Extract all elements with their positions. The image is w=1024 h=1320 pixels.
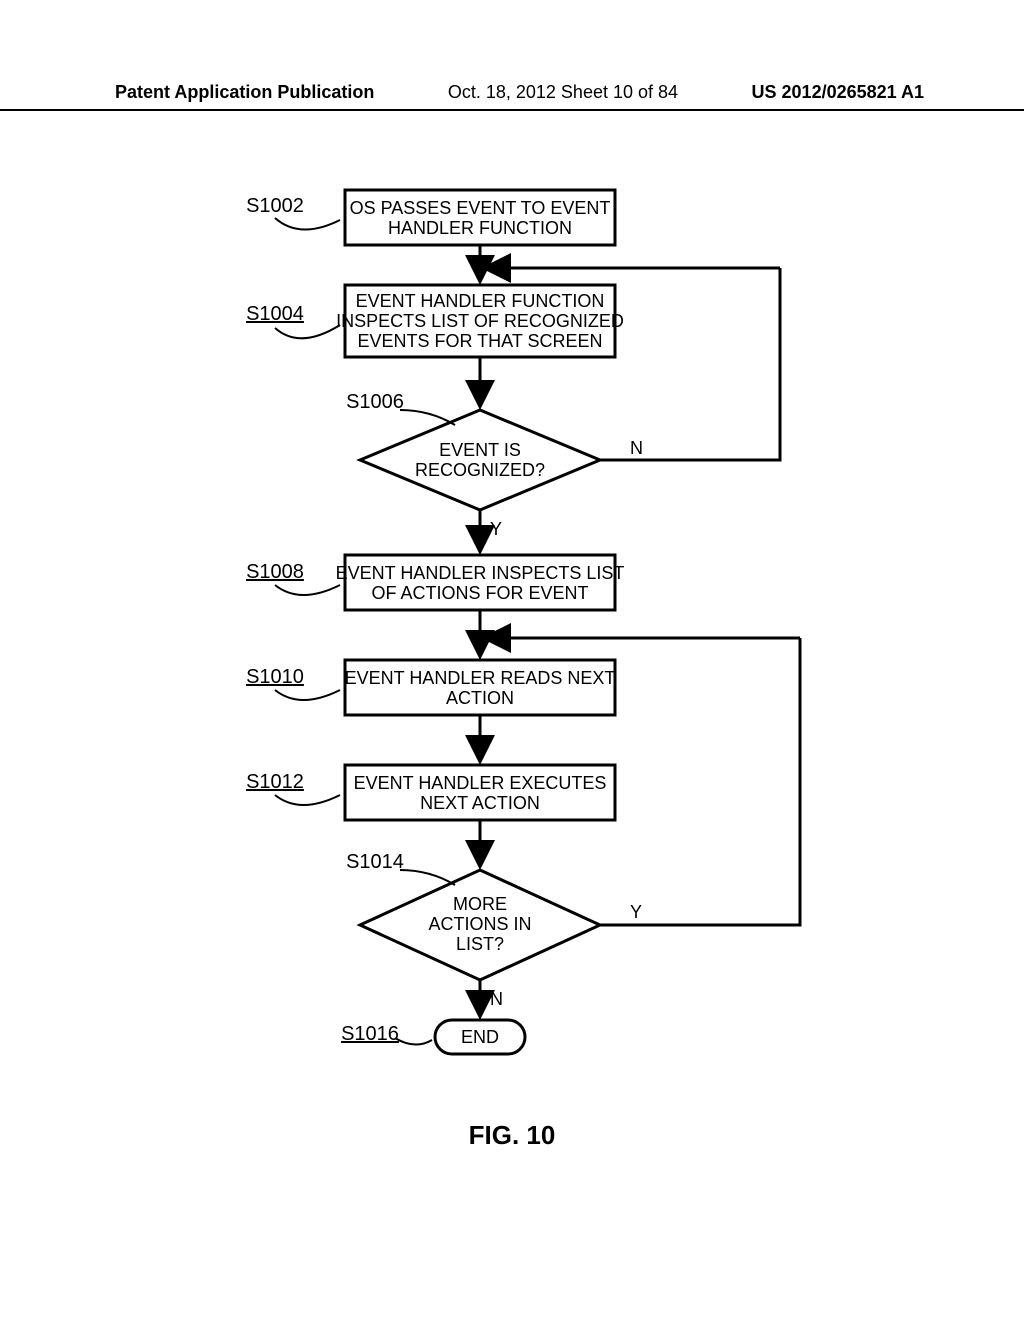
step-s1010: EVENT HANDLER READS NEXT ACTION bbox=[345, 660, 616, 715]
step-s1004: EVENT HANDLER FUNCTION INSPECTS LIST OF … bbox=[336, 285, 624, 357]
figure-caption: FIG. 10 bbox=[0, 1120, 1024, 1151]
s1006-line1: EVENT IS bbox=[439, 440, 521, 460]
s1006-yes: Y bbox=[490, 519, 502, 539]
label-s1006: S1006 bbox=[346, 391, 455, 425]
s1010-line1: EVENT HANDLER READS NEXT bbox=[345, 668, 616, 688]
step-s1012: EVENT HANDLER EXECUTES NEXT ACTION bbox=[345, 765, 615, 820]
s1004-line1: EVENT HANDLER FUNCTION bbox=[356, 291, 605, 311]
s1002-line2: HANDLER FUNCTION bbox=[388, 218, 572, 238]
svg-text:S1014: S1014 bbox=[346, 851, 404, 873]
label-s1004: S1004 bbox=[246, 303, 340, 338]
terminator-s1016: END bbox=[435, 1020, 525, 1054]
s1014-line3: LIST? bbox=[456, 934, 504, 954]
s1008-line2: OF ACTIONS FOR EVENT bbox=[371, 583, 588, 603]
label-s1012: S1012 bbox=[246, 771, 340, 805]
s1012-line2: NEXT ACTION bbox=[420, 793, 540, 813]
header-left: Patent Application Publication bbox=[115, 82, 374, 103]
step-s1002: OS PASSES EVENT TO EVENT HANDLER FUNCTIO… bbox=[345, 190, 615, 245]
label-s1008: S1008 bbox=[246, 561, 340, 595]
header-right: US 2012/0265821 A1 bbox=[752, 82, 924, 103]
s1012-line1: EVENT HANDLER EXECUTES bbox=[354, 773, 607, 793]
svg-text:S1012: S1012 bbox=[246, 771, 304, 793]
s1004-line2: INSPECTS LIST OF RECOGNIZED bbox=[336, 311, 624, 331]
label-s1014: S1014 bbox=[346, 851, 455, 885]
decision-s1014: MORE ACTIONS IN LIST? bbox=[360, 870, 600, 980]
label-s1016: S1016 bbox=[341, 1023, 432, 1045]
s1002-line1: OS PASSES EVENT TO EVENT bbox=[350, 198, 611, 218]
s1010-line2: ACTION bbox=[446, 688, 514, 708]
s1008-line1: EVENT HANDLER INSPECTS LIST bbox=[336, 563, 625, 583]
label-s1002: S1002 bbox=[246, 195, 340, 230]
svg-text:S1016: S1016 bbox=[341, 1023, 399, 1045]
svg-text:S1010: S1010 bbox=[246, 666, 304, 688]
s1014-yes: Y bbox=[630, 902, 642, 922]
header-mid: Oct. 18, 2012 Sheet 10 of 84 bbox=[448, 82, 678, 103]
s1006-no: N bbox=[630, 438, 643, 458]
decision-s1006: EVENT IS RECOGNIZED? bbox=[360, 410, 600, 510]
page-header: Patent Application Publication Oct. 18, … bbox=[0, 82, 1024, 111]
svg-text:S1006: S1006 bbox=[346, 391, 404, 413]
svg-text:S1002: S1002 bbox=[246, 195, 304, 217]
label-s1010: S1010 bbox=[246, 666, 340, 700]
s1014-no: N bbox=[490, 989, 503, 1009]
s1014-line1: MORE bbox=[453, 894, 507, 914]
s1016-text: END bbox=[461, 1027, 499, 1047]
svg-text:S1004: S1004 bbox=[246, 303, 304, 325]
flowchart: OS PASSES EVENT TO EVENT HANDLER FUNCTIO… bbox=[0, 160, 1024, 1120]
s1004-line3: EVENTS FOR THAT SCREEN bbox=[357, 331, 602, 351]
step-s1008: EVENT HANDLER INSPECTS LIST OF ACTIONS F… bbox=[336, 555, 625, 610]
svg-text:S1008: S1008 bbox=[246, 561, 304, 583]
s1014-line2: ACTIONS IN bbox=[428, 914, 531, 934]
s1006-line2: RECOGNIZED? bbox=[415, 460, 545, 480]
